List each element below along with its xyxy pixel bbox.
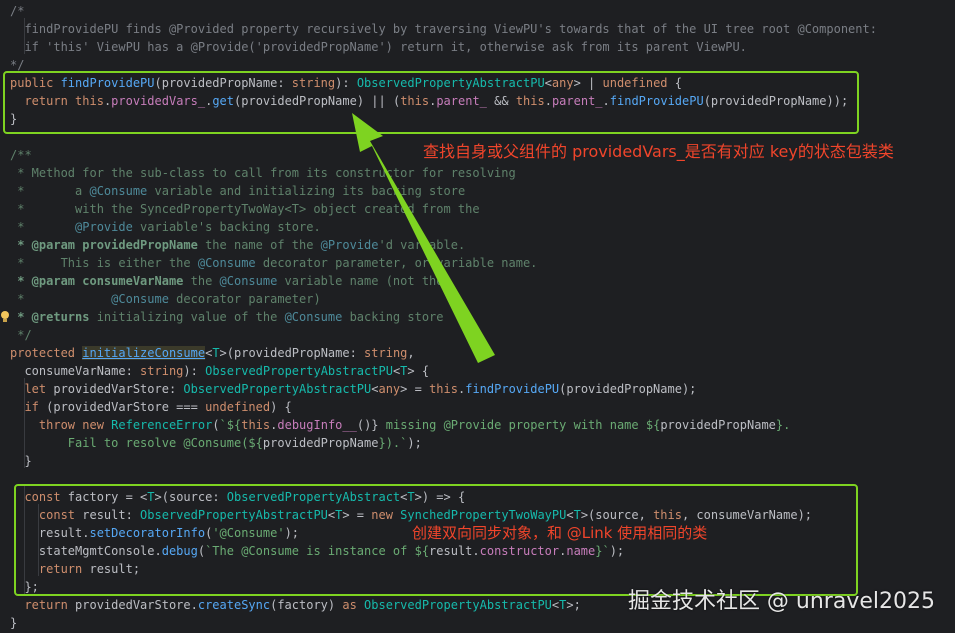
code-line: findProvidePU finds @Provided property r… <box>10 22 877 36</box>
code-line: /** <box>10 148 32 162</box>
code-line: * @Provide variable's backing store. <box>10 220 321 234</box>
code-line: return providedVarStore.createSync(facto… <box>10 598 581 612</box>
code-line: if (providedVarStore === undefined) { <box>10 400 292 414</box>
code-line: * @Consume decorator parameter) <box>10 292 321 306</box>
annotation-create-sync: 创建双向同步对象，和 @Link 使用相同的类 <box>412 524 708 542</box>
code-line: * Method for the sub-class to call from … <box>10 166 516 180</box>
lightbulb-icon[interactable] <box>0 310 10 324</box>
code-line: * This is either the @Consume decorator … <box>10 256 538 270</box>
code-line: consumeVarName: string): ObservedPropert… <box>10 364 430 378</box>
code-line: } <box>10 616 18 630</box>
code-line: } <box>10 454 32 468</box>
code-line: */ <box>10 328 32 342</box>
highlight-box-findProvidePU <box>3 71 859 134</box>
code-line: if 'this' ViewPU has a @Provide('provide… <box>10 40 747 54</box>
code-line: /* <box>10 4 25 18</box>
watermark: 掘金技术社区 @ unravel2025 <box>627 589 935 614</box>
code-line: * @param providedPropName the name of th… <box>10 238 466 252</box>
annotation-find-provide: 查找自身或父组件的 providedVars_是否有对应 key的状态包装类 <box>423 142 894 161</box>
code-line: throw new ReferenceError(`${this.debugIn… <box>10 418 791 432</box>
code-line: let providedVarStore: ObservedPropertyAb… <box>10 382 697 396</box>
code-line: * @param consumeVarName the @Consume var… <box>10 274 444 288</box>
code-line: * with the SyncedPropertyTwoWay<T> objec… <box>10 202 480 216</box>
code-line: * a @Consume variable and initializing i… <box>10 184 466 198</box>
code-line: Fail to resolve @Consume(${providedPropN… <box>10 436 422 450</box>
code-line: * @returns initializing value of the @Co… <box>10 310 444 324</box>
code-line: protected initializeConsume<T>(providedP… <box>10 346 415 360</box>
